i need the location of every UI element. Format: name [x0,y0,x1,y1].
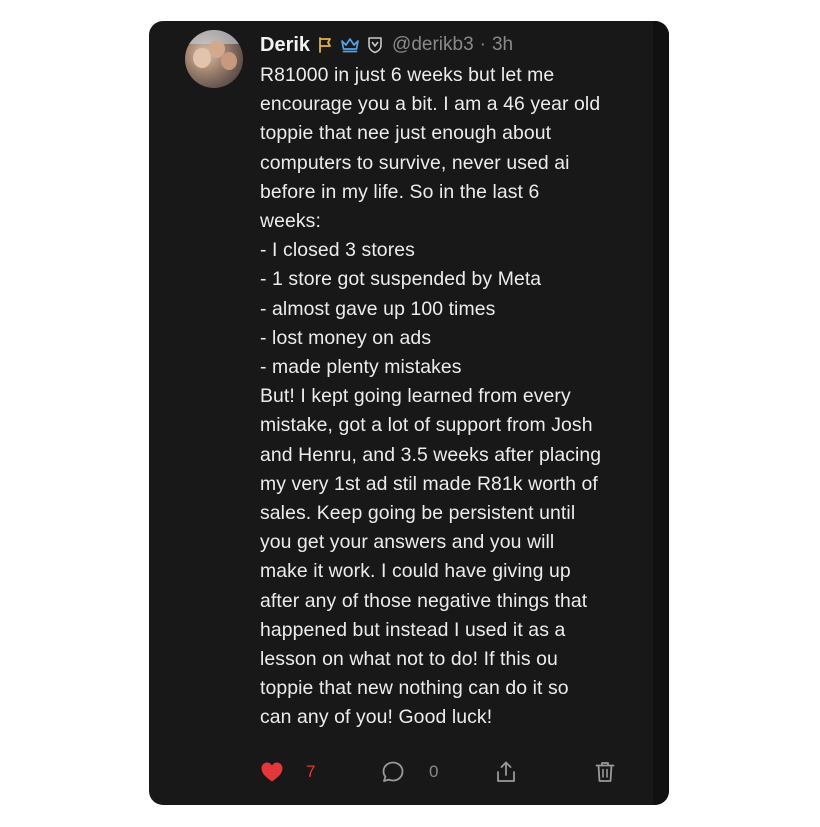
flag-icon [316,36,334,54]
like-count: 7 [306,762,316,781]
delete-button[interactable] [594,755,616,789]
share-icon [495,760,517,784]
post-card: Derik @derikb3 · 3h R81000 in just 6 wee… [149,21,669,805]
post-timestamp[interactable]: 3h [492,34,513,56]
author-name[interactable]: Derik [260,34,310,57]
trash-icon [594,760,616,784]
reply-button[interactable]: 0 [381,755,438,789]
crown-icon [340,36,360,54]
post-actions: 7 0 [260,755,620,789]
post-text: R81000 in just 6 weeks but let me encour… [260,64,602,729]
heart-icon [260,761,284,783]
avatar[interactable] [185,30,243,88]
author-handle[interactable]: @derikb3 [392,34,474,56]
shield-badge-icon [366,36,384,54]
like-button[interactable]: 7 [260,755,315,789]
share-button[interactable] [495,755,517,789]
comment-icon [381,760,405,784]
separator-dot: · [479,34,486,55]
reply-count: 0 [429,762,439,781]
post-header: Derik @derikb3 · 3h [260,31,513,59]
